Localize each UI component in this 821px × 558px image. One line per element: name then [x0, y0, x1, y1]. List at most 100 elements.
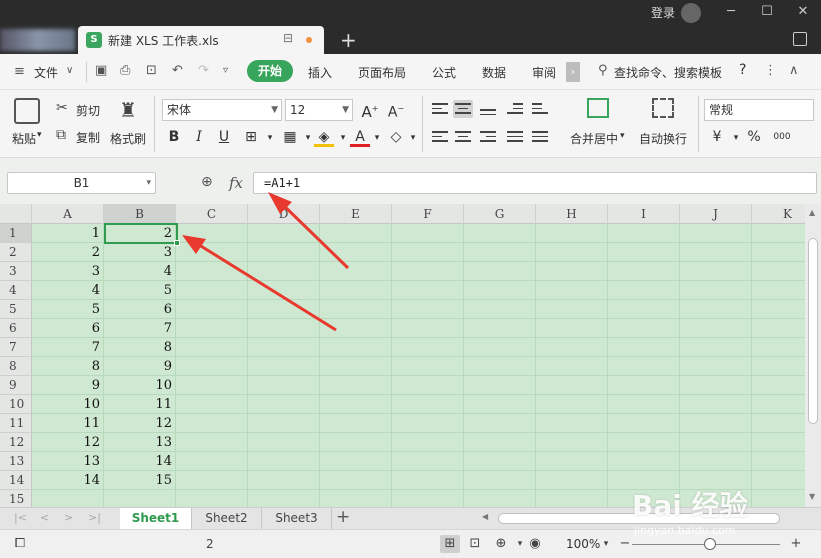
row-header-2[interactable]: 2	[0, 243, 32, 262]
restore-icon[interactable]: ☐	[749, 0, 785, 26]
redo-icon[interactable]: ↷	[198, 63, 209, 78]
user-avatar-icon[interactable]	[681, 3, 701, 23]
align-top-icon[interactable]	[430, 100, 450, 118]
chevron-down-icon[interactable]: ▾	[367, 128, 387, 148]
row-header-9[interactable]: 9	[0, 376, 32, 395]
align-middle-icon[interactable]	[453, 100, 473, 118]
cell-a3[interactable]: 3	[32, 262, 104, 281]
row-header-3[interactable]: 3	[0, 262, 32, 281]
help-icon[interactable]: ?	[739, 62, 746, 78]
row-header-7[interactable]: 7	[0, 338, 32, 357]
chevron-down-icon[interactable]: ▾	[596, 535, 616, 553]
align-right-icon[interactable]	[478, 128, 498, 146]
cell-b3[interactable]: 4	[104, 262, 176, 281]
monitor-icon[interactable]: ⊟	[283, 31, 293, 45]
row-header-6[interactable]: 6	[0, 319, 32, 338]
fill-color-icon[interactable]: ◈	[314, 127, 334, 147]
zoom-in-icon[interactable]: +	[786, 535, 806, 553]
column-header-h[interactable]: H	[536, 204, 608, 224]
merge-center-button[interactable]: 合并居中	[570, 130, 618, 147]
first-sheet-icon[interactable]: |<	[14, 511, 27, 524]
vertical-scrollbar[interactable]: ▲ ▼	[805, 204, 821, 507]
menu-insert[interactable]: 插入	[308, 64, 332, 81]
align-left-icon[interactable]	[430, 128, 450, 146]
copy-button[interactable]: 复制	[76, 129, 100, 146]
bold-button[interactable]: B	[164, 127, 184, 147]
formula-input[interactable]: =A1+1	[253, 172, 817, 194]
copy-icon[interactable]: ⧉	[56, 127, 66, 143]
page-break-view-icon[interactable]: ⊕	[491, 535, 511, 553]
column-header-b[interactable]: B	[104, 204, 176, 224]
row-header-5[interactable]: 5	[0, 300, 32, 319]
column-header-g[interactable]: G	[464, 204, 536, 224]
paste-icon[interactable]	[14, 98, 40, 124]
menu-page-layout[interactable]: 页面布局	[358, 64, 406, 81]
chevron-down-icon[interactable]: ▾	[260, 128, 280, 148]
column-header-i[interactable]: I	[608, 204, 680, 224]
column-header-a[interactable]: A	[32, 204, 104, 224]
cell-b6[interactable]: 7	[104, 319, 176, 338]
cell-a8[interactable]: 8	[32, 357, 104, 376]
menu-scroll-right-icon[interactable]: ›	[566, 62, 580, 82]
more-icon[interactable]: ⋮	[764, 63, 777, 78]
paste-button[interactable]: 粘贴	[12, 130, 36, 147]
chevron-down-icon[interactable]: ▾	[726, 128, 746, 148]
row-header-13[interactable]: 13	[0, 452, 32, 471]
menu-review[interactable]: 审阅	[532, 64, 556, 81]
zoom-slider-knob[interactable]	[704, 538, 716, 550]
document-tab[interactable]: S 新建 XLS 工作表.xls ⊟	[78, 26, 324, 54]
cell-a4[interactable]: 4	[32, 281, 104, 300]
normal-view-icon[interactable]: ⊞	[440, 535, 460, 553]
column-header-c[interactable]: C	[176, 204, 248, 224]
align-bottom-icon[interactable]	[478, 100, 498, 118]
increase-indent-icon[interactable]	[530, 100, 550, 118]
print-icon[interactable]: ⎙	[120, 63, 130, 78]
menu-data[interactable]: 数据	[482, 64, 506, 81]
menu-formula[interactable]: 公式	[432, 64, 456, 81]
scissors-icon[interactable]: ✂	[56, 100, 68, 116]
scroll-up-icon[interactable]: ▲	[809, 208, 815, 217]
cell-b13[interactable]: 14	[104, 452, 176, 471]
eye-protection-icon[interactable]: ◉	[525, 535, 545, 553]
cell-b9[interactable]: 10	[104, 376, 176, 395]
next-sheet-icon[interactable]: >	[64, 511, 73, 524]
menu-home[interactable]: 开始	[247, 60, 293, 82]
hamburger-menu-icon[interactable]: ≡	[14, 64, 25, 79]
row-header-15[interactable]: 15	[0, 490, 32, 507]
cell-a1[interactable]: 1	[32, 224, 104, 243]
cell-a9[interactable]: 9	[32, 376, 104, 395]
search-icon[interactable]: ⚲	[598, 63, 608, 78]
search-commands[interactable]: 查找命令、搜索模板	[614, 64, 722, 81]
cell-a6[interactable]: 6	[32, 319, 104, 338]
minimize-icon[interactable]: ─	[713, 0, 749, 26]
new-tab-plus-icon[interactable]: +	[340, 28, 357, 52]
cell-a13[interactable]: 13	[32, 452, 104, 471]
cell-b14[interactable]: 15	[104, 471, 176, 490]
page-layout-view-icon[interactable]: ⊡	[465, 535, 485, 553]
paste-dropdown-icon[interactable]: ▾	[37, 130, 42, 140]
undo-icon[interactable]: ↶	[172, 63, 183, 78]
window-layout-icon[interactable]	[793, 32, 807, 46]
merge-center-icon[interactable]	[587, 98, 609, 118]
close-icon[interactable]: ✕	[785, 0, 821, 26]
cell-a7[interactable]: 7	[32, 338, 104, 357]
column-header-d[interactable]: D	[248, 204, 320, 224]
collapse-ribbon-icon[interactable]: ∧	[789, 63, 799, 78]
font-size-select[interactable]: 12 ▼	[285, 99, 353, 121]
cell-b4[interactable]: 5	[104, 281, 176, 300]
row-header-8[interactable]: 8	[0, 357, 32, 376]
chevron-down-icon[interactable]: ▾	[403, 128, 423, 148]
sheet-tab-sheet1[interactable]: Sheet1	[120, 508, 192, 529]
cell-b8[interactable]: 9	[104, 357, 176, 376]
format-painter-icon[interactable]: ♜	[118, 98, 138, 124]
row-header-4[interactable]: 4	[0, 281, 32, 300]
format-painter-button[interactable]: 格式刷	[110, 130, 146, 147]
login-link[interactable]: 登录	[651, 4, 675, 21]
column-header-j[interactable]: J	[680, 204, 752, 224]
row-header-10[interactable]: 10	[0, 395, 32, 414]
currency-icon[interactable]: ¥	[707, 127, 727, 147]
quick-access-dropdown-icon[interactable]: ▿	[223, 65, 228, 76]
thousands-separator-button[interactable]: 000	[768, 127, 796, 147]
column-header-k[interactable]: K	[752, 204, 805, 224]
cut-button[interactable]: 剪切	[76, 102, 100, 119]
